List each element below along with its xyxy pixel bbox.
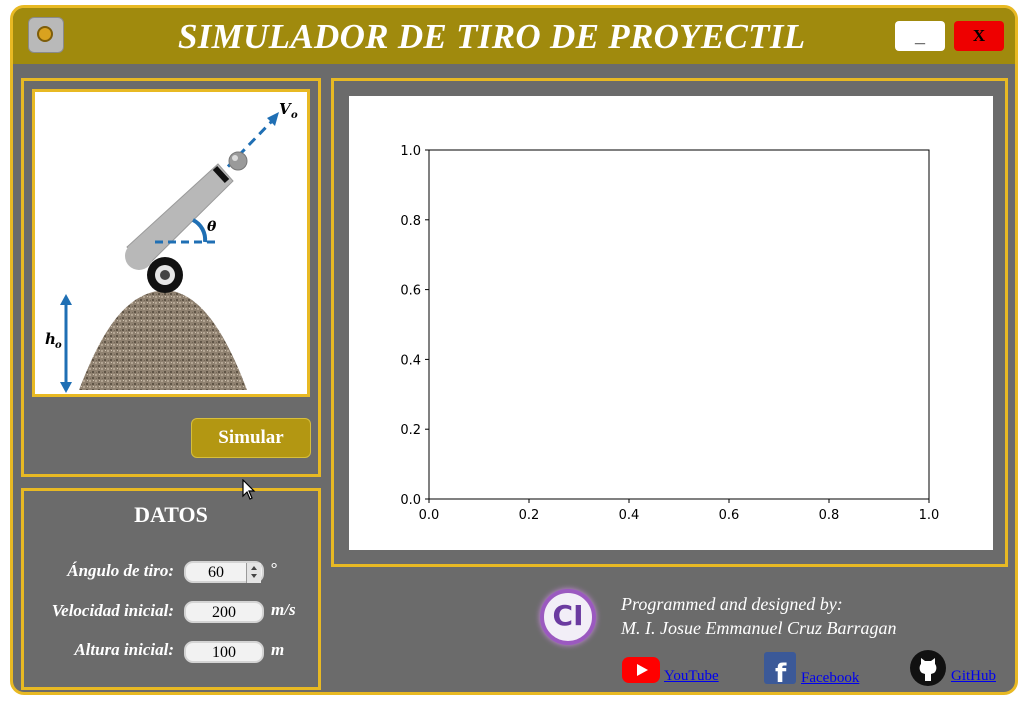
y-tick-label: 0.2 (400, 423, 421, 438)
x-tick-label: 0.2 (519, 508, 540, 523)
trajectory-chart: 0.0 0.2 0.4 0.6 0.8 1.0 0.0 0.2 0.4 0.6 0.8 1.0 (400, 144, 940, 523)
datos-panel: DATOS Ángulo de tiro: 60 ° Velocidad ini… (21, 488, 321, 690)
x-tick-label: 0.4 (619, 508, 640, 523)
y-tick-label: 0.8 (400, 214, 421, 229)
angle-unit: ° (270, 559, 277, 578)
minimize-button[interactable]: _ (895, 21, 945, 51)
cannon-diagram: V o θ h o (32, 89, 310, 397)
angle-label: θ (207, 219, 217, 235)
velocity-unit: m/s (271, 600, 296, 619)
facebook-icon[interactable]: f (764, 652, 796, 684)
github-link[interactable]: GitHub (951, 668, 996, 685)
app-gear-icon (28, 17, 64, 53)
chart-panel: 0.0 0.2 0.4 0.6 0.8 1.0 0.0 0.2 0.4 0.6 0.8 1.0 (331, 78, 1008, 567)
title-bar: SIMULADOR DE TIRO DE PROYECTIL _ X (13, 8, 1015, 64)
cannon-illustration: V o θ h o (45, 100, 298, 393)
youtube-link[interactable]: YouTube (664, 668, 719, 685)
x-tick-label: 0.8 (819, 508, 840, 523)
diagram-panel: V o θ h o Simular (21, 78, 321, 477)
y-tick-label: 1.0 (400, 144, 421, 159)
x-tick-label: 0.0 (419, 508, 440, 523)
plot-canvas: 0.0 0.2 0.4 0.6 0.8 1.0 0.0 0.2 0.4 0.6 0.8 1.0 (349, 96, 993, 550)
x-tick-label: 0.6 (719, 508, 740, 523)
app-window: SIMULADOR DE TIRO DE PROYECTIL _ X V o θ… (10, 5, 1018, 695)
velocity-label-text: Velocidad inicial: (51, 601, 174, 620)
height-unit: m (271, 640, 285, 659)
facebook-link[interactable]: Facebook (801, 670, 859, 687)
close-button[interactable]: X (954, 21, 1004, 51)
y-tick-label: 0.4 (400, 353, 421, 368)
angle-spinbox[interactable]: 60 (184, 561, 264, 583)
y-tick-label: 0.0 (400, 493, 421, 508)
datos-title: DATOS (134, 502, 208, 527)
mouse-cursor-icon (242, 479, 256, 500)
angle-label-text: Ángulo de tiro: (67, 561, 174, 580)
credit-line-1: Programmed and designed by: (621, 594, 843, 614)
author-logo: CI (540, 589, 596, 645)
angle-spin-arrows[interactable] (246, 563, 261, 583)
velocity-subscript: o (291, 110, 298, 121)
logo-text: CI (552, 599, 584, 632)
x-tick-label: 1.0 (919, 508, 940, 523)
height-subscript: o (55, 340, 62, 351)
simulate-button[interactable]: Simular (191, 418, 311, 458)
svg-text:f: f (775, 659, 787, 684)
angle-value[interactable]: 60 (208, 564, 224, 581)
velocity-input[interactable]: 200 (184, 601, 264, 623)
window-title: SIMULADOR DE TIRO DE PROYECTIL (178, 17, 806, 56)
height-input[interactable]: 100 (184, 641, 264, 663)
plot-axes-frame (428, 149, 930, 500)
y-tick-label: 0.6 (400, 284, 421, 299)
spin-arrows-icon[interactable] (247, 563, 261, 581)
youtube-icon[interactable] (622, 657, 660, 683)
height-label-text: Altura inicial: (74, 640, 174, 659)
credit-line-2: M. I. Josue Emmanuel Cruz Barragan (621, 618, 897, 638)
hill-shape (79, 290, 247, 390)
github-icon[interactable] (910, 650, 946, 686)
